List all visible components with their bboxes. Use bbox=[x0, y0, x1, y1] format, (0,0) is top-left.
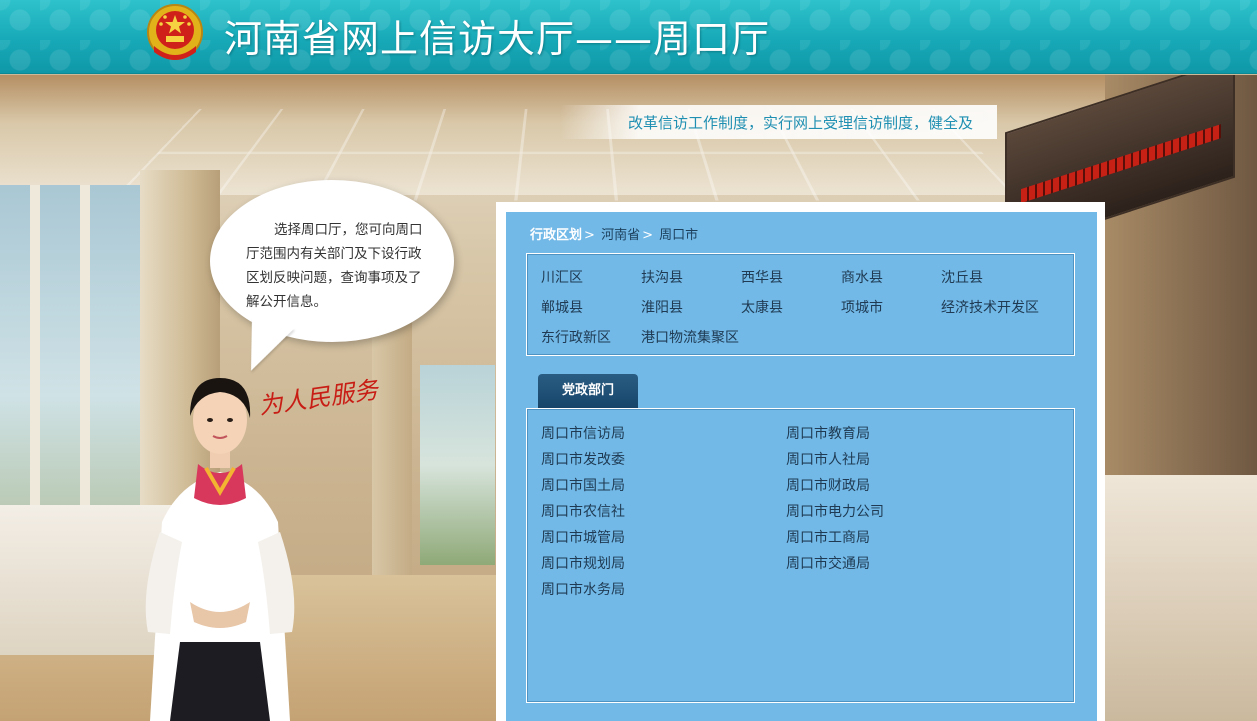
slogan-marquee: 改革信访工作制度，实行网上受理信访制度，健全及 bbox=[560, 105, 997, 139]
region-link[interactable]: 经济技术开发区 bbox=[941, 297, 1039, 317]
national-emblem-icon bbox=[147, 4, 203, 60]
region-link[interactable]: 郸城县 bbox=[541, 297, 583, 317]
site-header: 河南省网上信访大厅——周口厅 bbox=[0, 0, 1257, 74]
speech-bubble-text: 选择周口厅，您可向周口厅范围内有关部门及下设行政区划反映问题，查询事项及了解公开… bbox=[246, 222, 423, 310]
breadcrumb-separator: > bbox=[642, 228, 653, 243]
department-link[interactable]: 周口市交通局 bbox=[786, 553, 870, 573]
middle-window bbox=[420, 365, 495, 565]
department-link[interactable]: 周口市发改委 bbox=[541, 449, 625, 469]
tab-party-government-departments[interactable]: 党政部门 bbox=[538, 374, 638, 408]
breadcrumb-province[interactable]: 河南省 bbox=[601, 228, 640, 243]
slogan-text: 改革信访工作制度，实行网上受理信访制度，健全及 bbox=[628, 114, 974, 132]
breadcrumb: 行政区划 > 河南省 > 周口市 bbox=[530, 224, 698, 243]
department-link[interactable]: 周口市城管局 bbox=[541, 527, 625, 547]
department-link[interactable]: 周口市财政局 bbox=[786, 475, 870, 495]
region-link[interactable]: 川汇区 bbox=[541, 267, 583, 287]
department-link[interactable]: 周口市规划局 bbox=[541, 553, 625, 573]
breadcrumb-root[interactable]: 行政区划 bbox=[530, 228, 582, 243]
receptionist-image bbox=[145, 378, 295, 721]
region-link[interactable]: 商水县 bbox=[841, 267, 883, 287]
department-link[interactable]: 周口市人社局 bbox=[786, 449, 870, 469]
region-link[interactable]: 沈丘县 bbox=[941, 267, 983, 287]
right-counter bbox=[1105, 475, 1257, 721]
led-sign-text bbox=[1021, 124, 1221, 204]
department-link[interactable]: 周口市教育局 bbox=[786, 423, 870, 443]
region-link[interactable]: 项城市 bbox=[841, 297, 883, 317]
region-link[interactable]: 太康县 bbox=[741, 297, 783, 317]
breadcrumb-city: 周口市 bbox=[659, 228, 699, 243]
department-link[interactable]: 周口市国土局 bbox=[541, 475, 625, 495]
department-link[interactable]: 周口市信访局 bbox=[541, 423, 625, 443]
region-link[interactable]: 扶沟县 bbox=[641, 267, 683, 287]
site-title: 河南省网上信访大厅——周口厅 bbox=[224, 17, 771, 61]
department-link[interactable]: 周口市农信社 bbox=[541, 501, 625, 521]
breadcrumb-separator: > bbox=[584, 228, 595, 243]
region-link[interactable]: 东行政新区 bbox=[541, 327, 611, 347]
region-link[interactable]: 淮阳县 bbox=[641, 297, 683, 317]
department-link[interactable]: 周口市电力公司 bbox=[786, 501, 884, 521]
region-link[interactable]: 港口物流集聚区 bbox=[641, 327, 739, 347]
department-link[interactable]: 周口市水务局 bbox=[541, 579, 625, 599]
region-link[interactable]: 西华县 bbox=[741, 267, 783, 287]
department-link[interactable]: 周口市工商局 bbox=[786, 527, 870, 547]
